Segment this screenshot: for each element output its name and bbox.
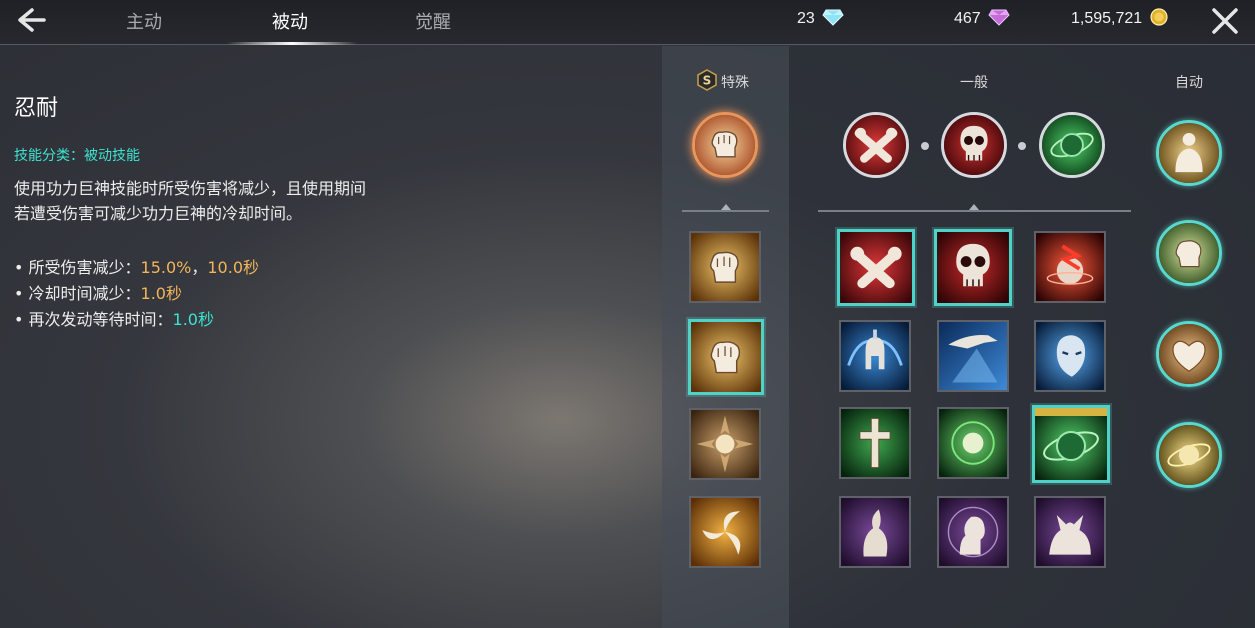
green-orb-skill-icon [1042, 115, 1102, 175]
diamond-currency: 23 [797, 8, 844, 28]
purple-beast-skill-icon [1036, 498, 1104, 566]
heart-aura-skill-icon [1159, 324, 1219, 384]
diamond-count: 23 [797, 10, 815, 27]
active-tab-indicator [226, 42, 358, 45]
crossed-arms-skill-icon [840, 232, 912, 303]
special-equipped-slot[interactable] [692, 112, 758, 178]
general-divider-arrow [969, 204, 979, 210]
blue-hand-skill-icon [939, 322, 1007, 390]
skull-skill-icon [937, 232, 1009, 303]
stat-reactivation-wait: • 再次发动等待时间：1.0秒 [14, 310, 214, 329]
gold-count: 1,595,721 [1071, 10, 1143, 27]
general-equipped-slot-2[interactable] [941, 112, 1007, 178]
auto-column-label: 自动 [1175, 75, 1203, 91]
special-badge-icon: S [697, 69, 717, 91]
general-skill-r1-c2[interactable] [934, 229, 1012, 306]
special-skill-slot-2[interactable] [688, 319, 764, 395]
special-skill-slot-1[interactable] [689, 231, 761, 303]
general-skill-r1-c3[interactable] [1034, 231, 1106, 303]
gem-currency: 467 [954, 8, 1010, 28]
general-skill-r3-c1[interactable] [839, 407, 911, 479]
gold-currency: 1,595,721 [1071, 8, 1168, 28]
skill-category: 技能分类：被动技能 [14, 148, 140, 164]
gem-count: 467 [954, 10, 981, 27]
diamond-icon [822, 9, 844, 26]
general-skill-r4-c3[interactable] [1034, 496, 1106, 568]
body-aura-skill-icon [1159, 123, 1219, 183]
general-skill-r3-c3[interactable] [1032, 405, 1110, 483]
green-light-skill-icon [939, 409, 1007, 477]
tab-active-skills[interactable]: 主动 [126, 8, 162, 34]
general-skill-r4-c1[interactable] [839, 496, 911, 568]
stat-damage-reduction: • 所受伤害减少：15.0%，10.0秒 [14, 258, 260, 277]
special-column-label: 特殊 [721, 75, 749, 91]
general-skill-r2-c3[interactable] [1034, 320, 1106, 392]
fist-skill-icon [695, 115, 755, 175]
slot-separator-dot [1018, 142, 1026, 150]
purple-wing-skill-icon [841, 498, 909, 566]
purple-gem-icon [988, 9, 1010, 26]
back-arrow-icon[interactable] [14, 6, 50, 34]
slot-separator-dot [921, 142, 929, 150]
general-equipped-slot-1[interactable] [843, 112, 909, 178]
gold-coin-icon [1150, 8, 1168, 26]
auto-skill-slot-3[interactable] [1156, 321, 1222, 387]
general-column-label: 一般 [960, 75, 988, 91]
golden-orb-skill-icon [691, 410, 759, 478]
crossed-arms-skill-icon [846, 115, 906, 175]
special-skill-slot-3[interactable] [689, 408, 761, 480]
blue-face-skill-icon [1036, 322, 1104, 390]
close-icon[interactable] [1208, 4, 1242, 38]
special-divider [682, 210, 769, 212]
spartan-helmet-skill-icon [841, 322, 909, 390]
tab-awakening-skills[interactable]: 觉醒 [415, 8, 451, 34]
orb-aura-skill-icon [1159, 425, 1219, 485]
fist-skill-icon [691, 233, 759, 301]
green-orb-skill-icon [1035, 408, 1107, 480]
fist-skill-icon [691, 322, 761, 392]
general-skill-r2-c1[interactable] [839, 320, 911, 392]
general-skill-r4-c2[interactable] [937, 496, 1009, 568]
auto-skill-slot-2[interactable] [1156, 220, 1222, 286]
general-skill-r1-c1[interactable] [837, 229, 915, 306]
red-burst-skill-icon [1036, 233, 1104, 301]
spiral-blades-skill-icon [691, 498, 759, 566]
auto-skill-slot-1[interactable] [1156, 120, 1222, 186]
special-divider-arrow [721, 204, 731, 210]
general-skill-r3-c2[interactable] [937, 407, 1009, 479]
fist-aura-skill-icon [1159, 223, 1219, 283]
skill-title: 忍耐 [14, 96, 59, 121]
purple-brain-skill-icon [939, 498, 1007, 566]
svg-text:S: S [703, 74, 712, 88]
auto-skill-slot-4[interactable] [1156, 422, 1222, 488]
general-skill-r2-c2[interactable] [937, 320, 1009, 392]
general-divider [818, 210, 1131, 212]
skull-skill-icon [944, 115, 1004, 175]
tab-passive-skills[interactable]: 被动 [272, 8, 308, 34]
stat-cooldown-reduction: • 冷却时间减少：1.0秒 [14, 284, 182, 303]
special-skill-slot-4[interactable] [689, 496, 761, 568]
general-equipped-slot-3[interactable] [1039, 112, 1105, 178]
top-bar: 主动 被动 觉醒 23 467 1,595,721 [0, 0, 1255, 45]
skill-description: 使用功力巨神技能时所受伤害将减少，且使用期间若遭受伤害可减少功力巨神的冷却时间。 [14, 179, 367, 223]
cross-skill-icon [841, 409, 909, 477]
